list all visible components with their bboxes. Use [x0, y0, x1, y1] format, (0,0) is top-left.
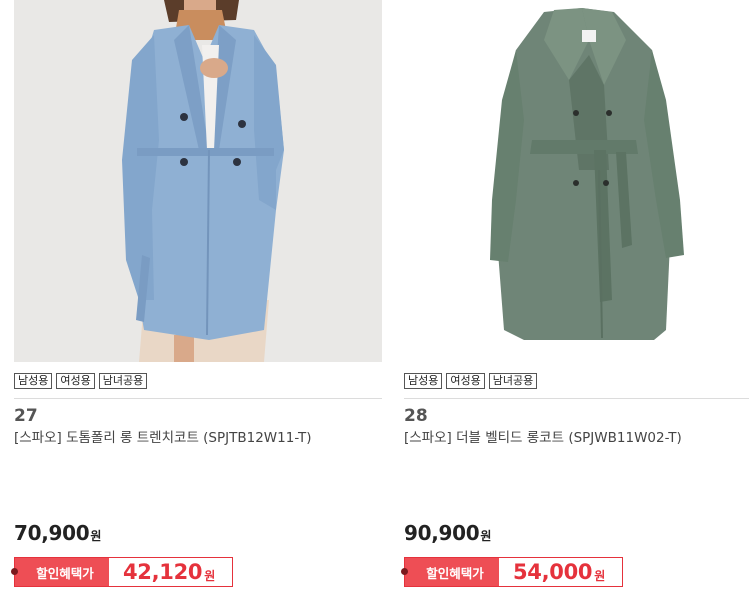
discount-unit: 원 [594, 568, 606, 583]
gender-tags: 남성용 여성용 남녀공용 [14, 373, 148, 389]
price-unit: 원 [90, 529, 102, 543]
price-unit: 원 [480, 529, 492, 543]
divider [14, 398, 382, 399]
product-price: 90,900원 [404, 520, 491, 549]
dot-icon [11, 568, 18, 575]
product-rank: 27 [14, 406, 38, 426]
discount-price-box[interactable]: 할인혜택가 54,000 원 [401, 557, 623, 587]
discount-unit: 원 [204, 568, 216, 583]
price-value: 70,900 [14, 521, 90, 545]
green-belted-coat-photo [404, 0, 749, 362]
product-rank: 28 [404, 406, 428, 426]
discount-label: 할인혜택가 [401, 558, 499, 586]
gender-tags: 남성용 여성용 남녀공용 [404, 373, 538, 389]
discount-price: 54,000 [513, 560, 593, 584]
tag-unisex[interactable]: 남녀공용 [488, 373, 538, 389]
discount-label-text: 할인혜택가 [36, 565, 94, 581]
price-value: 90,900 [404, 521, 480, 545]
discount-value: 54,000 원 [499, 558, 622, 586]
divider [404, 398, 749, 399]
product-name[interactable]: [스파오] 더블 벨티드 롱코트 (SPJWB11W02-T) [404, 428, 682, 448]
product-card: 남성용 여성용 남녀공용 27 [스파오] 도톰폴리 롱 트렌치코트 (SPJT… [11, 0, 382, 610]
discount-value: 42,120 원 [109, 558, 232, 586]
dot-icon [401, 568, 408, 575]
tag-male[interactable]: 남성용 [404, 373, 443, 389]
tag-male[interactable]: 남성용 [14, 373, 53, 389]
discount-price: 42,120 [123, 560, 203, 584]
discount-label: 할인혜택가 [11, 558, 109, 586]
tag-female[interactable]: 여성용 [56, 373, 95, 389]
discount-label-text: 할인혜택가 [426, 565, 484, 581]
discount-price-box[interactable]: 할인혜택가 42,120 원 [11, 557, 233, 587]
tag-unisex[interactable]: 남녀공용 [98, 373, 148, 389]
product-image[interactable] [14, 0, 382, 362]
product-price: 70,900원 [14, 520, 101, 549]
product-image[interactable] [404, 0, 749, 362]
product-card: 남성용 여성용 남녀공용 28 [스파오] 더블 벨티드 롱코트 (SPJWB1… [401, 0, 749, 610]
blue-trench-coat-photo [14, 0, 382, 362]
tag-female[interactable]: 여성용 [446, 373, 485, 389]
product-name[interactable]: [스파오] 도톰폴리 롱 트렌치코트 (SPJTB12W11-T) [14, 428, 311, 448]
